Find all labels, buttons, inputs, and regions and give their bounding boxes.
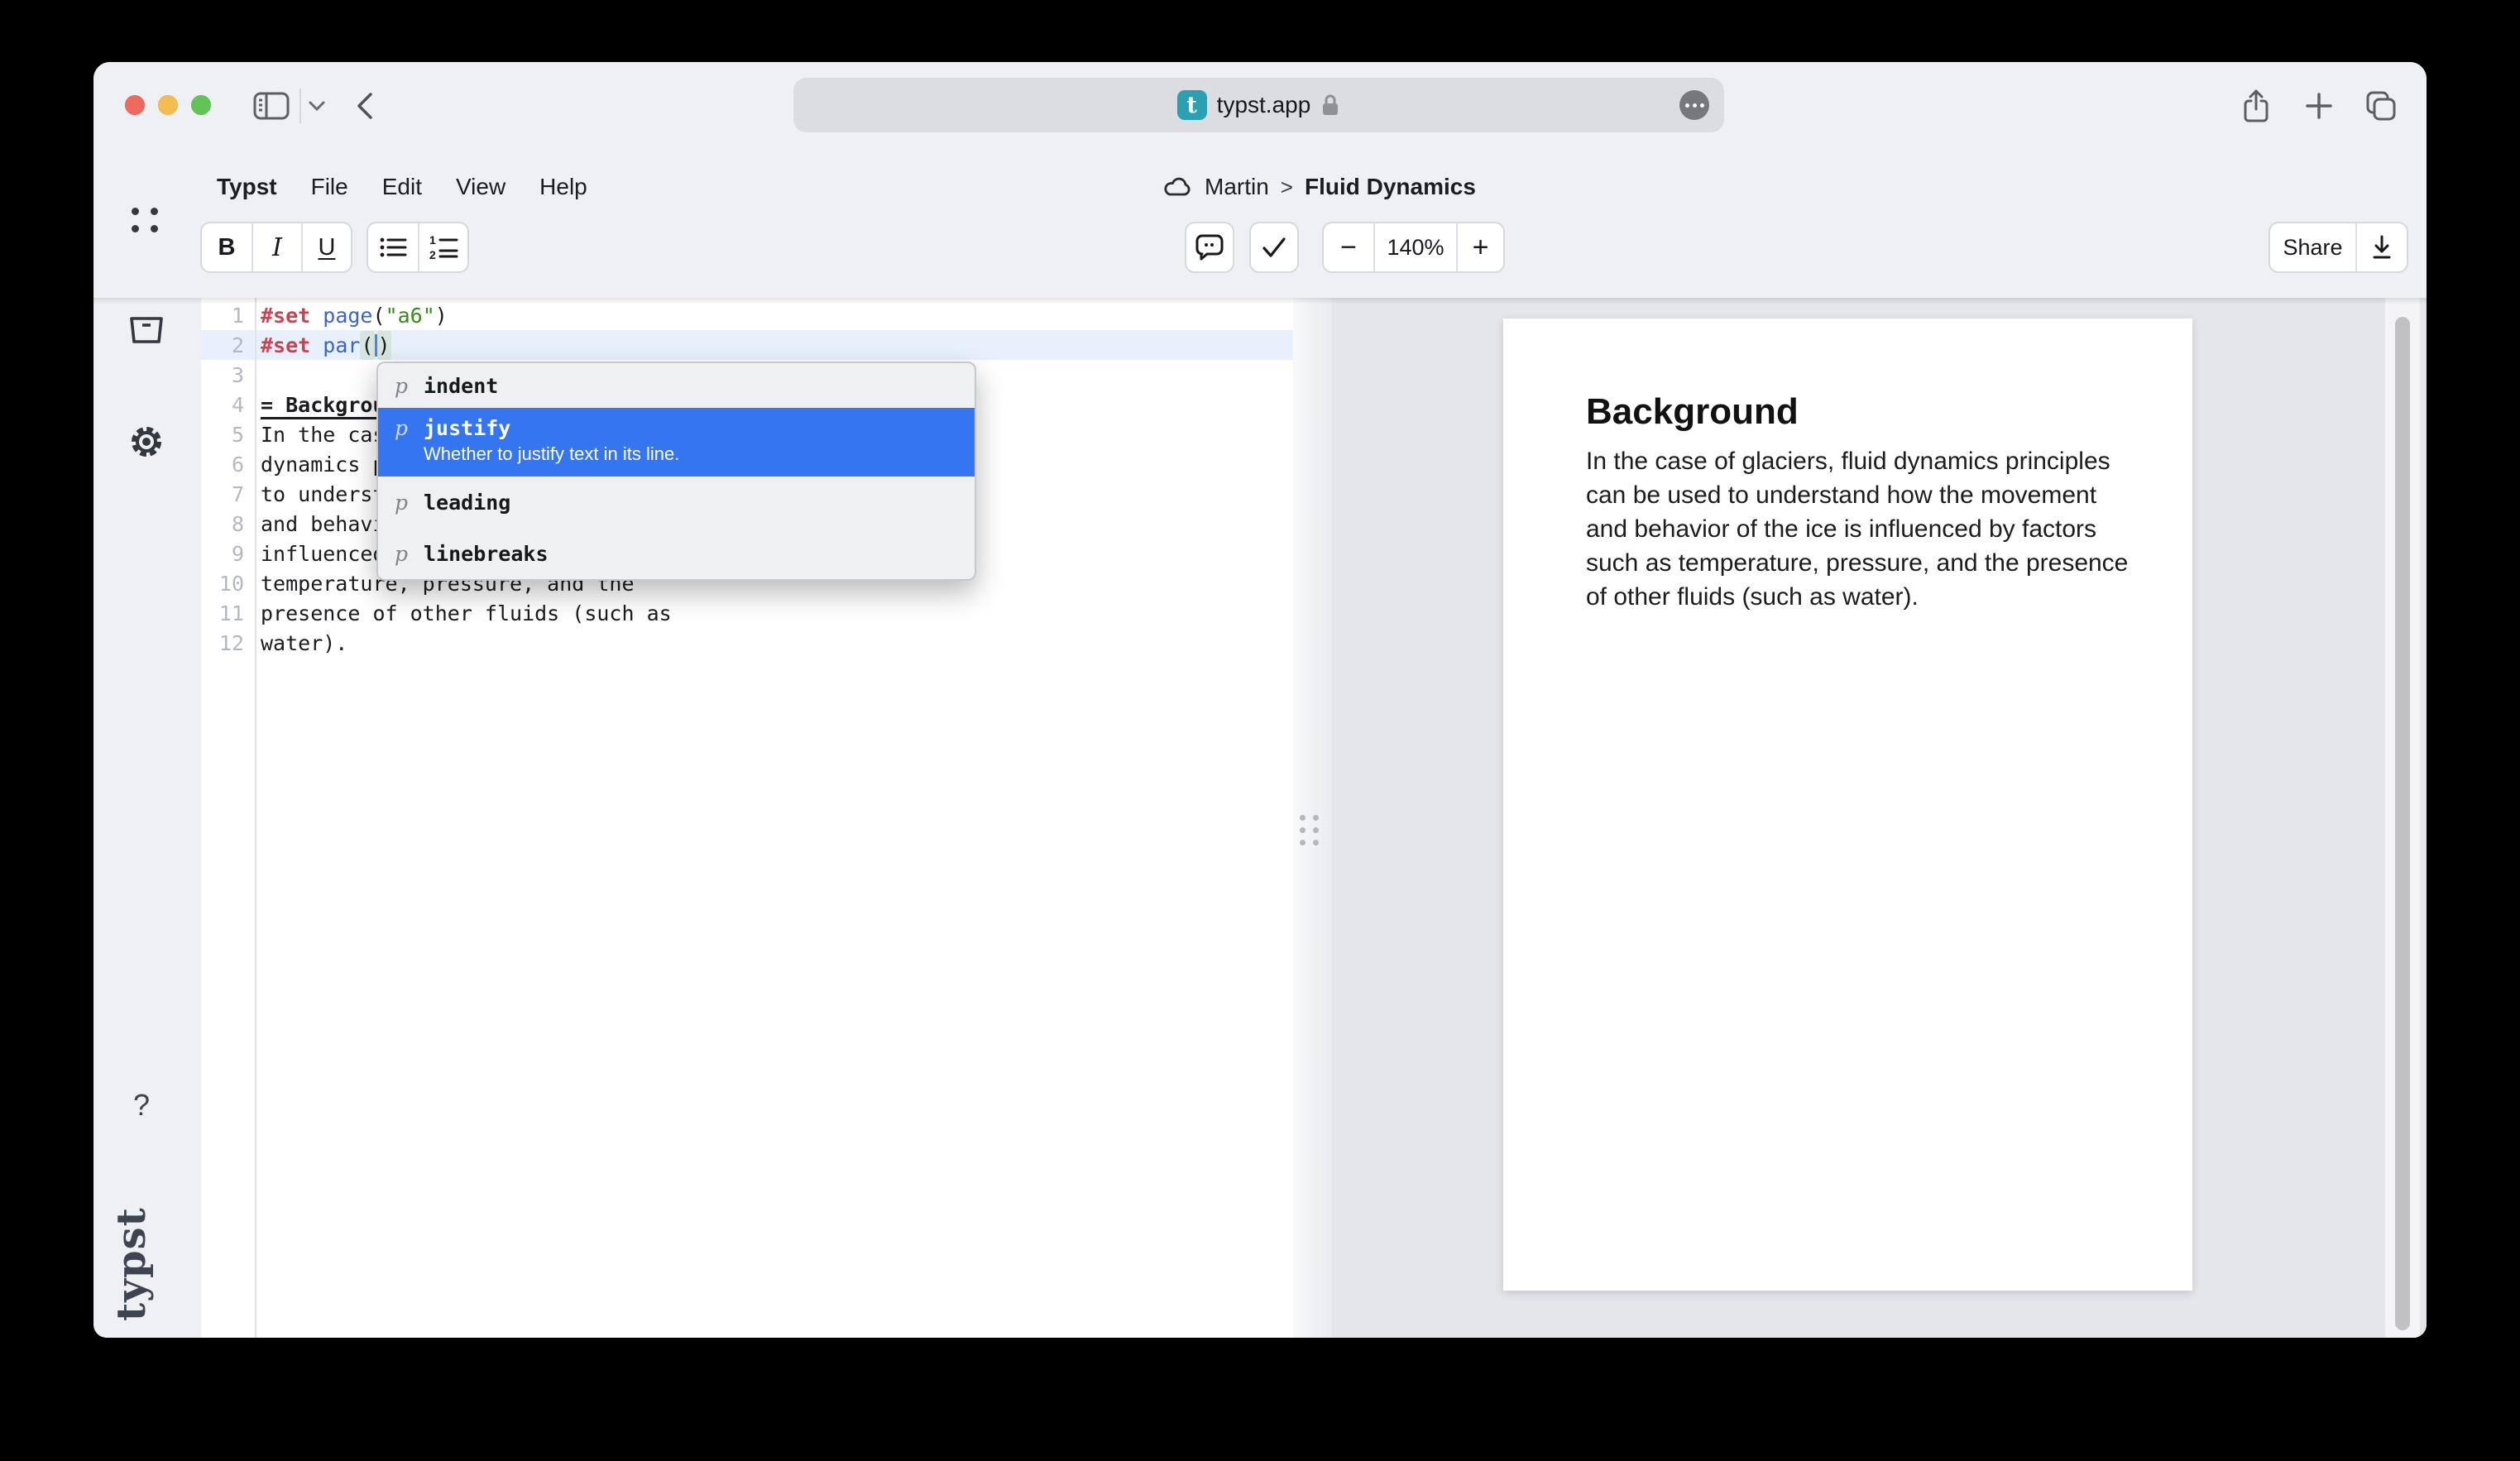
app-grid-icon[interactable] xyxy=(132,208,160,232)
pane-resize-handle[interactable] xyxy=(1293,298,1332,1338)
sidebar-toggle-icon[interactable] xyxy=(252,91,290,121)
comments-button[interactable] xyxy=(1186,223,1233,271)
browser-window: t typst.app xyxy=(93,62,2427,1338)
parameter-icon: p xyxy=(395,542,411,566)
checkmark-icon xyxy=(1260,234,1288,261)
numbered-list-icon: 1 2 xyxy=(429,234,458,261)
svg-text:2: 2 xyxy=(429,248,436,261)
bullet-list-icon xyxy=(378,235,408,260)
code-line[interactable]: 2#set par() xyxy=(201,330,1293,360)
autocomplete-label: leading xyxy=(424,491,510,515)
parameter-icon: p xyxy=(395,374,411,398)
line-number: 10 xyxy=(201,572,244,596)
url-text: typst.app xyxy=(1217,92,1311,118)
line-number: 4 xyxy=(201,393,244,417)
code-line[interactable]: 11presence of other fluids (such as xyxy=(201,598,1293,628)
preview-scrollbar-thumb[interactable] xyxy=(2395,317,2410,1330)
back-button[interactable] xyxy=(354,90,376,122)
autocomplete-item-justify[interactable]: p justify Whether to justify text in its l… xyxy=(378,408,975,477)
close-window-button[interactable] xyxy=(125,95,145,115)
preview-page: Background In the case of glaciers, flui… xyxy=(1503,319,2192,1291)
compile-status-button[interactable] xyxy=(1251,223,1297,271)
autocomplete-label: linebreaks xyxy=(424,542,549,566)
minimize-window-button[interactable] xyxy=(158,95,178,115)
line-number: 6 xyxy=(201,453,244,477)
autocomplete-popup: pindentpjustifyWhether to justify text i… xyxy=(376,362,976,581)
cloud-icon xyxy=(1163,175,1193,199)
menu-item-typst[interactable]: Typst xyxy=(217,174,277,200)
line-number: 11 xyxy=(201,601,244,625)
breadcrumb: Martin > Fluid Dynamics xyxy=(1163,155,1476,219)
comment-bubble-icon xyxy=(1194,232,1225,263)
menu-item-edit[interactable]: Edit xyxy=(382,174,422,200)
line-number: 3 xyxy=(201,363,244,387)
italic-button[interactable]: I xyxy=(252,223,301,271)
preview-pane: Background In the case of glaciers, flui… xyxy=(1332,298,2427,1338)
app-menu-bar: Typst File Edit View Help xyxy=(217,155,587,219)
numbered-list-button[interactable]: 1 2 xyxy=(418,223,467,271)
line-number: 9 xyxy=(201,542,244,566)
titlebar-divider xyxy=(299,89,301,123)
line-number: 2 xyxy=(201,333,244,357)
autocomplete-item-leading[interactable]: p leading xyxy=(378,477,975,529)
titlebar: t typst.app xyxy=(93,62,2427,155)
bullet-list-button[interactable] xyxy=(368,223,418,271)
typst-logo: typst xyxy=(108,1181,155,1321)
line-number: 7 xyxy=(201,482,244,506)
zoom-out-button[interactable]: − xyxy=(1324,223,1373,271)
gear-icon[interactable] xyxy=(128,424,165,460)
line-number: 8 xyxy=(201,512,244,536)
code-line[interactable]: 1#set page("a6") xyxy=(201,300,1293,330)
download-icon xyxy=(2367,232,2397,262)
typst-favicon: t xyxy=(1177,90,1207,120)
menu-item-file[interactable]: File xyxy=(311,174,348,200)
line-number: 5 xyxy=(201,423,244,447)
tab-overview-icon[interactable] xyxy=(2364,89,2398,123)
zoom-in-button[interactable]: + xyxy=(1456,223,1503,271)
url-bar[interactable]: t typst.app xyxy=(793,78,1724,132)
download-button[interactable] xyxy=(2355,223,2407,271)
breadcrumb-document: Fluid Dynamics xyxy=(1305,174,1476,200)
preview-paragraph: In the case of glaciers, fluid dynamics … xyxy=(1586,444,2136,614)
menu-item-view[interactable]: View xyxy=(456,174,505,200)
zoom-level-label: 140% xyxy=(1373,223,1456,271)
lock-icon xyxy=(1320,93,1340,117)
svg-text:1: 1 xyxy=(429,234,436,247)
help-button[interactable]: ? xyxy=(133,1088,150,1123)
drag-dots-icon xyxy=(1300,815,1320,845)
gutter-divider xyxy=(255,298,256,1338)
parameter-icon: p xyxy=(395,491,411,515)
menu-item-help[interactable]: Help xyxy=(539,174,587,200)
autocomplete-item-indent[interactable]: pindent xyxy=(378,363,975,408)
autocomplete-label: indent xyxy=(424,374,498,398)
autocomplete-description: Whether to justify text in its line. xyxy=(424,443,975,465)
new-tab-icon[interactable] xyxy=(2304,91,2334,121)
breadcrumb-project[interactable]: Martin xyxy=(1205,174,1269,200)
autocomplete-item-linebreaks[interactable]: p linebreaks xyxy=(378,529,975,579)
bold-button[interactable]: B xyxy=(202,223,252,271)
preview-scrollbar-track[interactable] xyxy=(2385,298,2420,1338)
code-line[interactable]: 12water). xyxy=(201,628,1293,658)
breadcrumb-separator: > xyxy=(1281,175,1293,200)
line-number: 1 xyxy=(201,304,244,328)
share-page-icon[interactable] xyxy=(2240,88,2273,124)
preview-heading: Background xyxy=(1586,391,1799,433)
parameter-icon: p xyxy=(395,416,411,440)
line-number: 12 xyxy=(201,631,244,655)
autocomplete-label: justify xyxy=(424,416,510,440)
fullscreen-window-button[interactable] xyxy=(191,95,211,115)
underline-button[interactable]: U xyxy=(301,223,351,271)
page-options-icon[interactable] xyxy=(1679,90,1709,120)
chevron-down-icon[interactable] xyxy=(307,99,327,113)
files-tray-icon[interactable] xyxy=(128,314,165,347)
share-button[interactable]: Share xyxy=(2270,223,2355,271)
